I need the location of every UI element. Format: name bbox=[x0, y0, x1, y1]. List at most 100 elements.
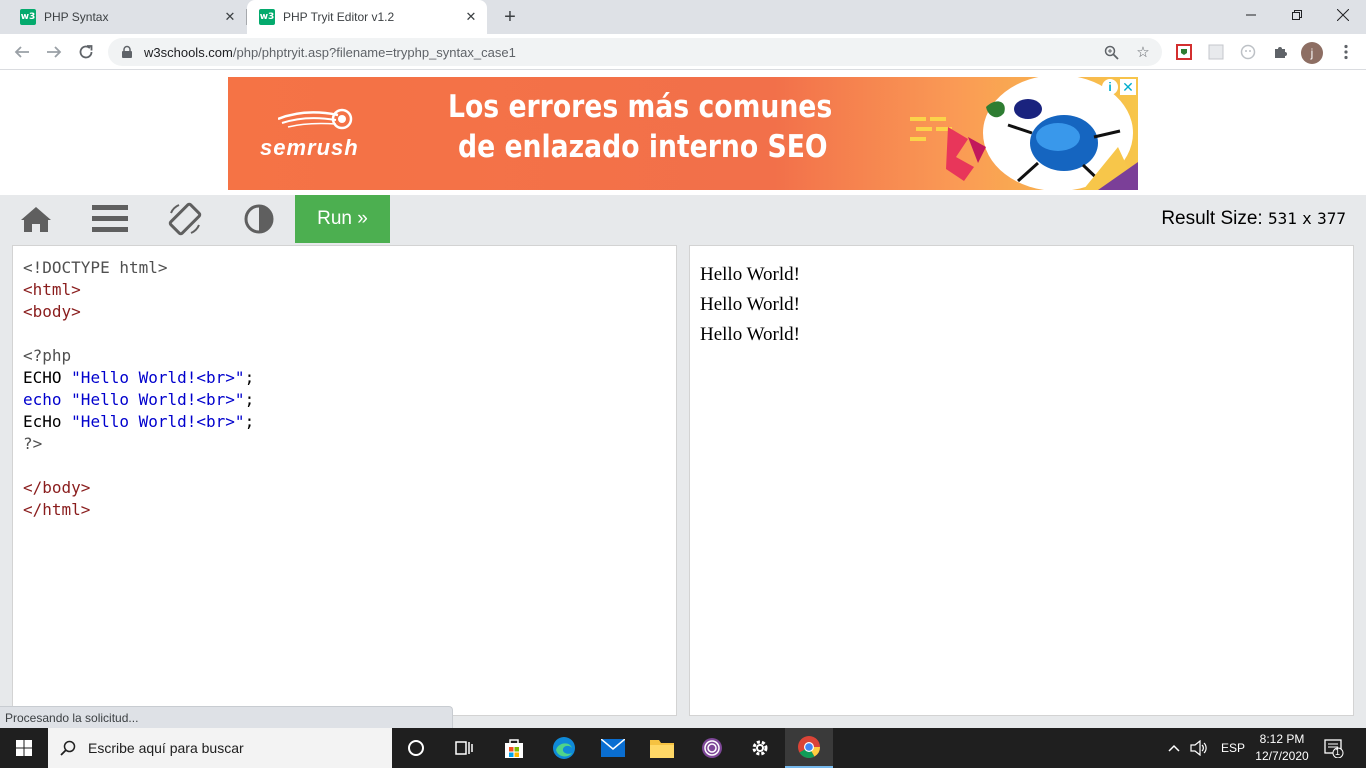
chrome-button[interactable] bbox=[785, 728, 833, 768]
browser-toolbar: w3schools.com/php/phptryit.asp?filename=… bbox=[0, 34, 1366, 70]
task-view-button[interactable] bbox=[440, 728, 488, 768]
close-tab-icon[interactable]: ✕ bbox=[463, 9, 479, 25]
code-line: </html> bbox=[23, 500, 91, 519]
run-button[interactable]: Run » bbox=[295, 195, 390, 243]
mail-envelope-icon bbox=[601, 739, 625, 757]
ad-area: semrush Los errores más comunes de enlaz… bbox=[0, 71, 1366, 195]
extensions-puzzle-icon[interactable] bbox=[1270, 42, 1290, 62]
search-icon bbox=[48, 740, 88, 756]
semrush-flame-logo-icon bbox=[278, 108, 353, 130]
minimize-window-button[interactable] bbox=[1228, 0, 1274, 30]
file-explorer-button[interactable] bbox=[638, 728, 686, 768]
code-line: EcHo "Hello World!<br>"; bbox=[23, 412, 255, 431]
forward-button[interactable] bbox=[40, 38, 68, 66]
lock-icon[interactable] bbox=[120, 45, 134, 59]
result-size-display: Result Size: 531 x 377 bbox=[1161, 208, 1346, 230]
ad-headline-line2: de enlazado interno SEO bbox=[458, 129, 828, 165]
w3schools-favicon-icon: w3 bbox=[259, 9, 275, 25]
result-frame[interactable]: Hello World! Hello World! Hello World! bbox=[689, 245, 1354, 716]
reload-button[interactable] bbox=[72, 38, 100, 66]
notification-count-badge: 1 bbox=[1335, 747, 1341, 757]
action-center-button[interactable]: 1 bbox=[1324, 728, 1344, 768]
volume-button[interactable] bbox=[1190, 728, 1208, 768]
browser-tab-strip: w3 PHP Syntax ✕ w3 PHP Tryit Editor v1.2… bbox=[0, 0, 1366, 34]
code-line: <html> bbox=[23, 280, 81, 299]
windows-logo-icon bbox=[16, 740, 32, 756]
cortana-circle-icon bbox=[408, 740, 424, 756]
tryit-toolbar: Run » Result Size: 531 x 377 bbox=[0, 195, 1366, 243]
new-tab-button[interactable]: + bbox=[498, 5, 522, 29]
home-icon bbox=[21, 207, 51, 232]
microsoft-store-button[interactable] bbox=[490, 728, 538, 768]
forward-arrow-icon bbox=[47, 46, 62, 58]
ad-close-icon[interactable]: ✕ bbox=[1120, 79, 1136, 95]
taskbar-clock[interactable]: 8:12 PM 12/7/2020 bbox=[1250, 731, 1314, 765]
search-placeholder: Escribe aquí para buscar bbox=[88, 740, 244, 756]
chrome-icon bbox=[798, 736, 820, 758]
ad-beetle-illustration bbox=[910, 77, 1138, 190]
code-line: echo "Hello World!<br>"; bbox=[23, 390, 255, 409]
code-editor[interactable]: <!DOCTYPE html> <html> <body> <?php ECHO… bbox=[12, 245, 677, 716]
settings-button[interactable] bbox=[736, 728, 784, 768]
restore-window-button[interactable] bbox=[1274, 0, 1320, 30]
tab-title: PHP Tryit Editor v1.2 bbox=[283, 10, 395, 24]
input-language-indicator[interactable]: ESP bbox=[1221, 728, 1245, 768]
ad-headline-line1: Los errores más comunes bbox=[448, 89, 833, 125]
folder-icon bbox=[650, 740, 674, 758]
back-button[interactable] bbox=[8, 38, 36, 66]
browser-status-bubble: Procesando la solicitud... bbox=[0, 706, 453, 728]
gear-icon bbox=[752, 740, 768, 756]
extension-face-icon[interactable] bbox=[1238, 42, 1258, 62]
tor-browser-button[interactable] bbox=[688, 728, 736, 768]
ad-info-icon[interactable]: i bbox=[1102, 79, 1118, 95]
menu-button[interactable] bbox=[86, 195, 134, 243]
home-button[interactable] bbox=[12, 195, 60, 243]
close-tab-icon[interactable]: ✕ bbox=[222, 9, 238, 25]
url-text: w3schools.com/php/phptryit.asp?filename=… bbox=[144, 45, 516, 60]
hamburger-menu-icon bbox=[92, 205, 128, 232]
code-line: ?> bbox=[23, 434, 43, 453]
result-height: 377 bbox=[1317, 209, 1346, 228]
edge-icon bbox=[553, 737, 575, 759]
restore-icon bbox=[1292, 10, 1302, 20]
tab-title: PHP Syntax bbox=[44, 10, 109, 24]
edge-browser-button[interactable] bbox=[540, 728, 588, 768]
taskbar-search-box[interactable]: Escribe aquí para buscar bbox=[48, 728, 392, 768]
notification-icon bbox=[1324, 739, 1344, 758]
show-hidden-icons-button[interactable] bbox=[1168, 728, 1180, 768]
result-size-separator: x bbox=[1302, 209, 1312, 228]
contrast-icon bbox=[244, 204, 274, 234]
code-line: <body> bbox=[23, 302, 81, 321]
tab-php-syntax[interactable]: w3 PHP Syntax ✕ bbox=[8, 0, 246, 34]
result-line: Hello World! bbox=[700, 294, 800, 315]
result-size-label: Result Size: bbox=[1161, 208, 1263, 229]
profile-avatar[interactable]: j bbox=[1301, 42, 1323, 64]
speaker-icon bbox=[1190, 740, 1207, 756]
tab-php-tryit-editor[interactable]: w3 PHP Tryit Editor v1.2 ✕ bbox=[247, 0, 487, 34]
dark-mode-toggle[interactable] bbox=[235, 195, 283, 243]
mail-button[interactable] bbox=[589, 728, 637, 768]
store-bag-icon bbox=[505, 739, 523, 758]
clock-time: 8:12 PM bbox=[1259, 732, 1305, 746]
ad-brand-logo: semrush bbox=[260, 135, 359, 160]
start-button[interactable] bbox=[0, 728, 48, 768]
semrush-ad-banner[interactable]: semrush Los errores más comunes de enlaz… bbox=[228, 77, 1138, 190]
close-icon bbox=[1337, 9, 1349, 21]
extension-grid-icon[interactable] bbox=[1206, 42, 1226, 62]
code-line: <?php bbox=[23, 346, 72, 365]
close-window-button[interactable] bbox=[1320, 0, 1366, 30]
browser-menu-icon[interactable] bbox=[1336, 42, 1356, 62]
zoom-icon[interactable] bbox=[1102, 43, 1120, 61]
tor-onion-icon bbox=[702, 738, 722, 758]
bookmark-star-icon[interactable]: ☆ bbox=[1134, 43, 1152, 61]
address-bar[interactable]: w3schools.com/php/phptryit.asp?filename=… bbox=[108, 38, 1162, 66]
rotate-layout-button[interactable] bbox=[161, 195, 209, 243]
cortana-button[interactable] bbox=[392, 728, 440, 768]
rotate-screen-icon bbox=[168, 202, 202, 236]
back-arrow-icon bbox=[14, 46, 29, 58]
chevron-up-icon bbox=[1168, 744, 1180, 752]
windows-taskbar: Escribe aquí para buscar ESP 8:12 PM 12/… bbox=[0, 728, 1366, 768]
extension-shield-icon[interactable] bbox=[1174, 42, 1194, 62]
